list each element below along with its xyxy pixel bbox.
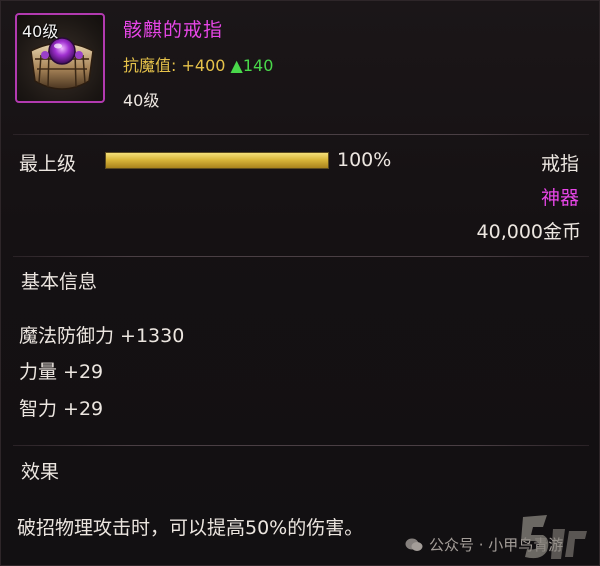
stat-line: 魔法防御力 +1330 bbox=[19, 325, 185, 347]
resist-value: +400 bbox=[181, 56, 226, 75]
upgrade-percent: 100% bbox=[337, 149, 392, 171]
effect-title: 效果 bbox=[21, 461, 60, 483]
stat-line: 力量 +29 bbox=[19, 361, 104, 383]
item-icon-frame: 40级 bbox=[15, 13, 105, 103]
item-tooltip: 40级 骸麒的戒指 抗魔值: +400 ▲140 40级 最上级 100% 戒指… bbox=[0, 0, 600, 566]
item-price: 40,000金币 bbox=[476, 221, 581, 243]
resist-label: 抗魔值: bbox=[123, 56, 177, 75]
item-level: 40级 bbox=[123, 91, 160, 110]
icon-level-badge: 40级 bbox=[22, 22, 59, 41]
upgrade-label: 最上级 bbox=[19, 153, 77, 175]
divider bbox=[13, 134, 589, 135]
item-name: 骸麒的戒指 bbox=[123, 19, 224, 41]
stat-line: 智力 +29 bbox=[19, 398, 104, 420]
basic-info-title: 基本信息 bbox=[21, 271, 98, 293]
resist-up-value: 140 bbox=[242, 56, 274, 75]
divider bbox=[13, 256, 589, 257]
resist-up-arrow-icon: ▲ bbox=[230, 56, 243, 75]
site-logo-icon bbox=[521, 515, 587, 559]
item-type: 戒指 bbox=[540, 153, 579, 175]
divider bbox=[13, 445, 589, 446]
upgrade-progress-bar bbox=[105, 152, 329, 169]
effect-text: 破招物理攻击时，可以提高50%的伤害。 bbox=[17, 517, 364, 539]
magic-resist-line: 抗魔值: +400 ▲140 bbox=[123, 52, 273, 76]
item-rarity: 神器 bbox=[540, 187, 579, 209]
wechat-icon bbox=[405, 538, 423, 551]
upgrade-progress-fill bbox=[106, 153, 328, 168]
